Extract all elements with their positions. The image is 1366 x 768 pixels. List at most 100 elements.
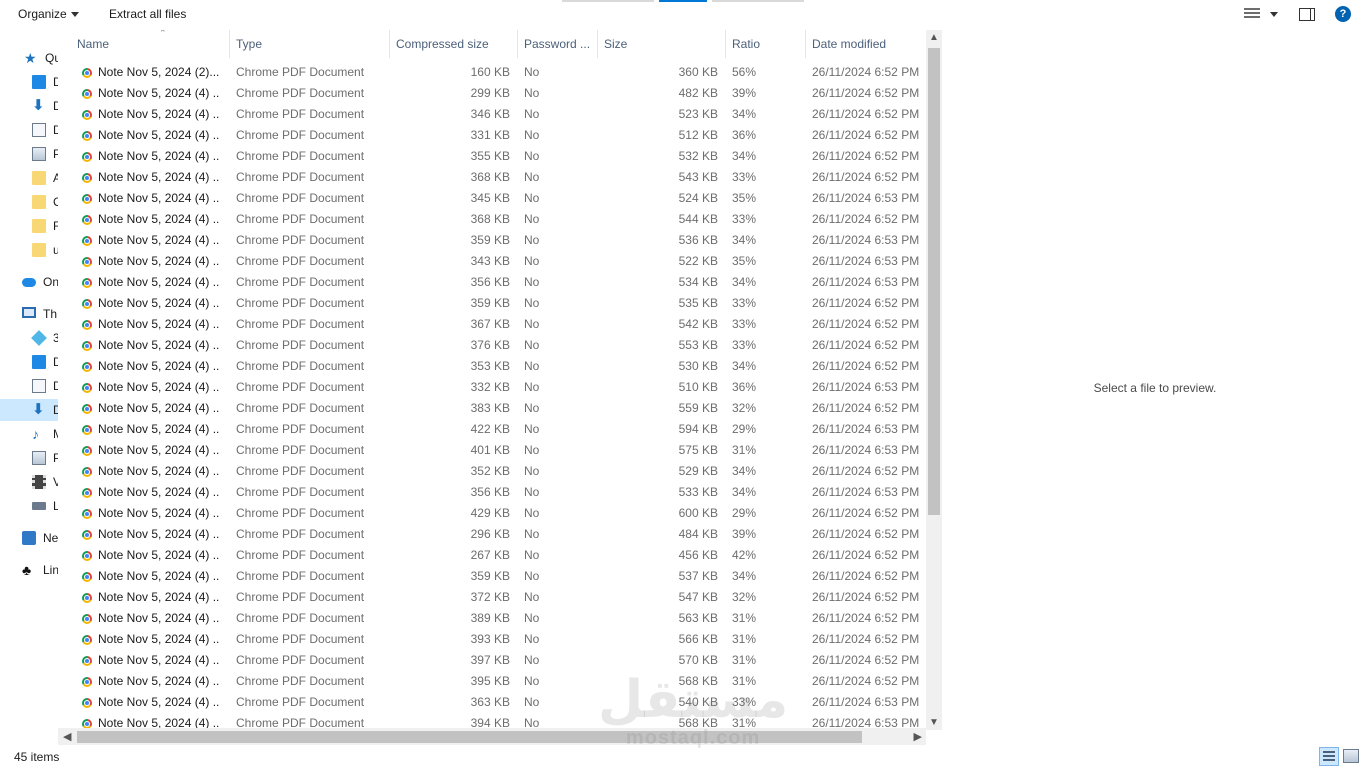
view-options-chevron-icon[interactable] xyxy=(1270,12,1278,17)
nav-item-13[interactable]: D xyxy=(0,375,58,397)
scroll-right-icon[interactable]: ▶ xyxy=(914,730,922,743)
details-view-icon[interactable] xyxy=(1319,747,1339,766)
nav-item-8[interactable]: u xyxy=(0,239,58,261)
table-row[interactable]: Note Nov 5, 2024 (4) ... Chrome PDF Docum… xyxy=(58,335,926,356)
table-row[interactable]: Note Nov 5, 2024 (4) ... Chrome PDF Docum… xyxy=(58,125,926,146)
table-row[interactable]: Note Nov 5, 2024 (4) ... Chrome PDF Docum… xyxy=(58,419,926,440)
3d-objects-icon xyxy=(31,330,47,346)
chrome-pdf-icon xyxy=(82,425,92,435)
cell-ratio: 33% xyxy=(732,338,757,352)
cell-ratio: 31% xyxy=(732,653,757,667)
table-row[interactable]: Note Nov 5, 2024 (4) ... Chrome PDF Docum… xyxy=(58,545,926,566)
nav-item-4[interactable]: P xyxy=(0,143,58,165)
nav-item-11[interactable]: 3 xyxy=(0,327,58,349)
cell-size: 523 KB xyxy=(678,107,718,121)
table-row[interactable]: Note Nov 5, 2024 (4) ... Chrome PDF Docum… xyxy=(58,650,926,671)
column-header-ratio[interactable]: Ratio xyxy=(726,30,806,58)
cell-name: Note Nov 5, 2024 (4) ... xyxy=(98,338,220,352)
cell-date: 26/11/2024 6:52 PM xyxy=(812,212,920,226)
vertical-scroll-thumb[interactable] xyxy=(928,48,940,515)
cell-type: Chrome PDF Document xyxy=(236,464,365,478)
table-row[interactable]: Note Nov 5, 2024 (4) ... Chrome PDF Docum… xyxy=(58,629,926,650)
column-header-size[interactable]: Size xyxy=(598,30,726,58)
document-icon xyxy=(32,379,46,393)
cell-password: No xyxy=(524,422,540,436)
help-icon[interactable]: ? xyxy=(1335,6,1351,22)
table-row[interactable]: Note Nov 5, 2024 (4) ... Chrome PDF Docum… xyxy=(58,251,926,272)
table-row[interactable]: Note Nov 5, 2024 (4) ... Chrome PDF Docum… xyxy=(58,188,926,209)
table-row[interactable]: Note Nov 5, 2024 (4) ... Chrome PDF Docum… xyxy=(58,209,926,230)
table-row[interactable]: Note Nov 5, 2024 (4) ... Chrome PDF Docum… xyxy=(58,482,926,503)
organize-button[interactable]: Organize xyxy=(18,7,79,21)
chrome-pdf-icon xyxy=(82,677,92,687)
nav-item-label: Qu xyxy=(45,51,58,65)
nav-item-10[interactable]: Th xyxy=(0,303,58,325)
table-row[interactable]: Note Nov 5, 2024 (4) ... Chrome PDF Docum… xyxy=(58,671,926,692)
table-row[interactable]: Note Nov 5, 2024 (4) ... Chrome PDF Docum… xyxy=(58,146,926,167)
nav-item-7[interactable]: F xyxy=(0,215,58,237)
nav-item-16[interactable]: P xyxy=(0,447,58,469)
cell-ratio: 36% xyxy=(732,380,757,394)
cell-ratio: 33% xyxy=(732,296,757,310)
nav-item-17[interactable]: V xyxy=(0,471,58,493)
table-row[interactable]: Note Nov 5, 2024 (4) ... Chrome PDF Docum… xyxy=(58,314,926,335)
nav-item-14[interactable]: ⬇ D xyxy=(0,399,58,421)
table-row[interactable]: Note Nov 5, 2024 (4) ... Chrome PDF Docum… xyxy=(58,461,926,482)
cell-ratio: 32% xyxy=(732,590,757,604)
scroll-up-icon[interactable]: ▲ xyxy=(929,32,939,43)
horizontal-scroll-thumb[interactable] xyxy=(77,731,862,743)
nav-item-0[interactable]: ★ Qu xyxy=(0,47,58,69)
nav-item-1[interactable]: D xyxy=(0,71,58,93)
chrome-pdf-icon xyxy=(82,572,92,582)
scroll-left-icon[interactable]: ◀ xyxy=(63,730,71,743)
nav-item-20[interactable]: ♣ Lin xyxy=(0,559,58,581)
extract-all-button[interactable]: Extract all files xyxy=(109,7,186,21)
document-icon xyxy=(32,123,46,137)
nav-item-12[interactable]: D xyxy=(0,351,58,373)
horizontal-scrollbar[interactable]: ◀ ▶ xyxy=(58,728,926,745)
table-row[interactable]: Note Nov 5, 2024 (4) ... Chrome PDF Docum… xyxy=(58,398,926,419)
column-header-compressed-size[interactable]: Compressed size xyxy=(390,30,518,58)
table-row[interactable]: Note Nov 5, 2024 (4) ... Chrome PDF Docum… xyxy=(58,230,926,251)
nav-item-2[interactable]: ⬇ D xyxy=(0,95,58,117)
large-icons-view-icon[interactable] xyxy=(1343,749,1359,763)
table-row[interactable]: Note Nov 5, 2024 (4) ... Chrome PDF Docum… xyxy=(58,293,926,314)
nav-item-18[interactable]: L xyxy=(0,495,58,517)
cell-password: No xyxy=(524,569,540,583)
column-header-type[interactable]: Type xyxy=(230,30,390,58)
scroll-down-icon[interactable]: ▼ xyxy=(929,717,939,728)
table-row[interactable]: Note Nov 5, 2024 (4) ... Chrome PDF Docum… xyxy=(58,692,926,713)
cell-ratio: 29% xyxy=(732,506,757,520)
table-row[interactable]: Note Nov 5, 2024 (4) ... Chrome PDF Docum… xyxy=(58,587,926,608)
table-row[interactable]: Note Nov 5, 2024 (4) ... Chrome PDF Docum… xyxy=(58,272,926,293)
column-header-password[interactable]: Password ... xyxy=(518,30,598,58)
vertical-scrollbar[interactable]: ▲ ▼ xyxy=(926,30,942,730)
preview-pane-toggle-icon[interactable] xyxy=(1299,8,1315,21)
table-row[interactable]: Note Nov 5, 2024 (4) ... Chrome PDF Docum… xyxy=(58,608,926,629)
table-row[interactable]: Note Nov 5, 2024 (4) ... Chrome PDF Docum… xyxy=(58,83,926,104)
cell-password: No xyxy=(524,464,540,478)
table-row[interactable]: Note Nov 5, 2024 (4) ... Chrome PDF Docum… xyxy=(58,377,926,398)
cell-size: 536 KB xyxy=(678,233,718,247)
table-row[interactable]: Note Nov 5, 2024 (4) ... Chrome PDF Docum… xyxy=(58,440,926,461)
cell-compressed: 359 KB xyxy=(470,569,510,583)
table-row[interactable]: Note Nov 5, 2024 (2).... Chrome PDF Docum… xyxy=(58,62,926,83)
nav-item-15[interactable]: ♪M xyxy=(0,423,58,445)
nav-item-3[interactable]: D xyxy=(0,119,58,141)
table-row[interactable]: Note Nov 5, 2024 (4) ... Chrome PDF Docum… xyxy=(58,167,926,188)
cell-ratio: 34% xyxy=(732,233,757,247)
cell-size: 594 KB xyxy=(678,422,718,436)
change-view-icon[interactable] xyxy=(1244,8,1260,20)
nav-item-5[interactable]: A xyxy=(0,167,58,189)
nav-item-9[interactable]: On xyxy=(0,271,58,293)
table-row[interactable]: Note Nov 5, 2024 (4) ... Chrome PDF Docum… xyxy=(58,104,926,125)
nav-item-19[interactable]: Ne xyxy=(0,527,58,549)
nav-item-6[interactable]: C xyxy=(0,191,58,213)
column-header-date-modified[interactable]: Date modified xyxy=(806,30,926,58)
table-row[interactable]: Note Nov 5, 2024 (4) ... Chrome PDF Docum… xyxy=(58,524,926,545)
table-row[interactable]: Note Nov 5, 2024 (4) ... Chrome PDF Docum… xyxy=(58,503,926,524)
table-row[interactable]: Note Nov 5, 2024 (4) ... Chrome PDF Docum… xyxy=(58,356,926,377)
column-header-name[interactable]: Name ⌃ xyxy=(71,30,230,58)
table-row[interactable]: Note Nov 5, 2024 (4) ... Chrome PDF Docum… xyxy=(58,566,926,587)
chrome-pdf-icon xyxy=(82,593,92,603)
